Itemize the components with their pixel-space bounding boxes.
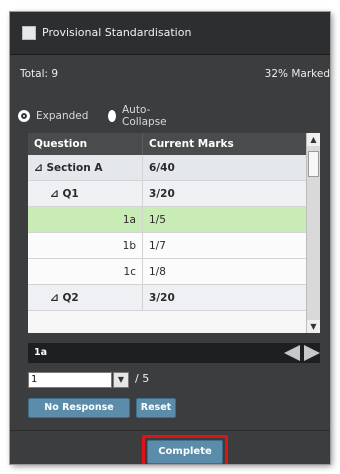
scroll-up-icon[interactable]: ▲	[307, 133, 320, 146]
table-row-1a[interactable]: 1a 1/5	[28, 206, 307, 233]
mark-input[interactable]: 1	[28, 372, 112, 388]
radio-unselected-icon	[108, 110, 116, 122]
marked-percentage: 32% Marked	[264, 68, 330, 80]
next-arrow-icon[interactable]	[304, 345, 320, 361]
mark-total: / 5	[135, 372, 150, 385]
row-question: 1a	[28, 206, 143, 233]
row-marks: 3/20	[142, 180, 307, 207]
window-icon	[22, 26, 36, 40]
table-row-1c[interactable]: 1c 1/8	[28, 258, 307, 285]
auto-collapse-label: Auto-Collapse	[122, 104, 167, 128]
selected-item-bar: 1a	[28, 343, 320, 363]
reset-button[interactable]: Reset	[136, 398, 176, 418]
radio-selected-icon	[18, 110, 30, 122]
scroll-thumb[interactable]	[308, 151, 319, 177]
previous-arrow-icon[interactable]	[284, 345, 300, 361]
row-question: ⊿ Q2	[28, 284, 143, 311]
table-row-section-a[interactable]: ⊿ Section A 6/40	[28, 155, 307, 181]
row-marks: 1/7	[142, 232, 307, 259]
row-question: ⊿ Section A	[28, 155, 143, 181]
row-marks: 3/20	[142, 284, 307, 311]
table-row-1b[interactable]: 1b 1/7	[28, 232, 307, 259]
row-question: ⊿ Q1	[28, 180, 143, 207]
panel-title: Provisional Standardisation	[42, 26, 192, 39]
row-marks: 6/40	[142, 155, 307, 181]
expanded-radio[interactable]: Expanded	[18, 108, 88, 124]
table-row-q2[interactable]: ⊿ Q2 3/20	[28, 284, 307, 311]
row-marks: 1/5	[142, 206, 307, 233]
chevron-down-icon[interactable]: ▼	[113, 372, 129, 388]
row-question: 1b	[28, 232, 143, 259]
column-header-current-marks[interactable]: Current Marks	[142, 133, 307, 155]
expanded-label: Expanded	[36, 110, 89, 122]
selected-item-label: 1a	[34, 347, 48, 358]
row-marks: 1/8	[142, 258, 307, 285]
marks-table: Question Current Marks ⊿ Section A 6/40 …	[28, 133, 320, 333]
column-header-question[interactable]: Question	[28, 133, 143, 155]
row-question: 1c	[28, 258, 143, 285]
panel-header: Provisional Standardisation	[10, 12, 330, 55]
divider	[10, 430, 330, 431]
table-scrollbar[interactable]: ▲ ▼	[306, 133, 320, 333]
total-count: Total: 9	[20, 68, 59, 80]
auto-collapse-radio[interactable]: Auto-Collapse	[108, 104, 171, 128]
provisional-standardisation-panel: Provisional Standardisation Total: 9 32%…	[10, 12, 330, 464]
scroll-down-icon[interactable]: ▼	[307, 320, 320, 333]
complete-button[interactable]: Complete	[147, 440, 223, 464]
no-response-button[interactable]: No Response	[28, 398, 130, 418]
table-row-q1[interactable]: ⊿ Q1 3/20	[28, 180, 307, 207]
